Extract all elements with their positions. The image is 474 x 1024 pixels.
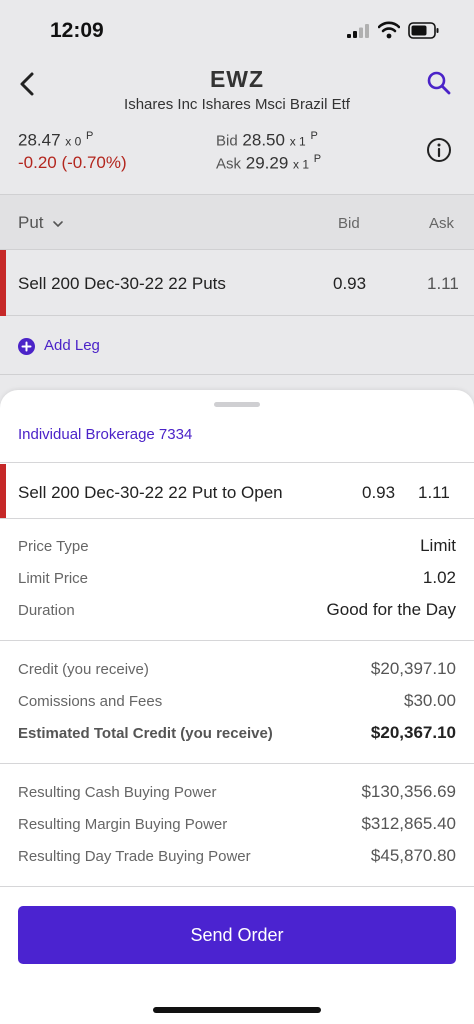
last-price: 28.47 x 0 P (18, 130, 93, 151)
quote-header: EWZ Ishares Inc Ishares Msci Brazil Etf … (0, 58, 474, 194)
limit-price-value: 1.02 (422, 568, 456, 587)
divider (0, 374, 474, 375)
quote-ask: Ask 29.29 x 1 P (216, 153, 321, 174)
order-leg-row: Sell 200 Dec-30-22 22 Put to Open 0.93 1… (0, 464, 474, 518)
margin-buying-power-row: Resulting Margin Buying Power $312,865.4… (18, 814, 456, 836)
bid-exchange: P (310, 130, 318, 142)
leg-bid: 0.93 (333, 274, 367, 293)
fees-label: Comissions and Fees (18, 693, 163, 710)
duration-value: Good for the Day (326, 600, 456, 619)
order-sheet: Individual Brokerage 7334 Sell 200 Dec-3… (0, 390, 474, 1024)
sell-indicator (0, 464, 6, 518)
page-title: EWZ (209, 66, 265, 92)
option-type-label: Put (18, 213, 44, 232)
leg-description: Sell 200 Dec-30-22 22 Puts (18, 274, 226, 293)
day-trade-buying-power-value: $45,870.80 (370, 846, 456, 865)
bid-column-header: Bid (338, 215, 360, 232)
bid-size: x 1 (289, 134, 306, 149)
send-order-button[interactable]: Send Order (18, 906, 456, 964)
margin-buying-power-label: Resulting Margin Buying Power (18, 816, 228, 833)
divider (0, 518, 474, 519)
total-credit-value: $20,367.10 (370, 723, 456, 742)
duration-row[interactable]: Duration Good for the Day (18, 600, 456, 622)
cash-buying-power-row: Resulting Cash Buying Power $130,356.69 (18, 782, 456, 804)
duration-label: Duration (18, 602, 75, 619)
price-type-row[interactable]: Price Type Limit (18, 536, 456, 558)
status-bar: 12:09 (0, 0, 474, 58)
cash-buying-power-value: $130,356.69 (361, 782, 456, 801)
bid-value: 28.50 (242, 130, 285, 150)
ask-exchange: P (313, 153, 322, 165)
credit-row: Credit (you receive) $20,397.10 (18, 659, 456, 681)
plus-circle-icon (18, 338, 35, 355)
bid-label: Bid (216, 132, 238, 150)
leg-ask: 1.11 (427, 274, 459, 293)
option-type-dropdown[interactable]: Put (18, 213, 64, 233)
search-icon[interactable] (426, 70, 452, 96)
fees-value: $30.00 (404, 691, 456, 710)
credit-label: Credit (you receive) (18, 661, 149, 678)
divider (0, 763, 474, 764)
order-leg-bid: 0.93 (362, 483, 396, 502)
limit-price-row[interactable]: Limit Price 1.02 (18, 568, 456, 590)
chevron-down-icon (53, 220, 64, 227)
last-exchange: P (86, 130, 94, 142)
total-credit-row: Estimated Total Credit (you receive) $20… (18, 723, 456, 745)
margin-buying-power-value: $312,865.40 (361, 814, 456, 833)
battery-icon (408, 22, 439, 39)
last-size: x 0 (65, 134, 82, 149)
divider (0, 462, 474, 463)
signal-icon (347, 24, 369, 38)
status-time: 12:09 (50, 19, 104, 42)
add-leg-label: Add Leg (44, 337, 100, 354)
divider (0, 640, 474, 641)
order-leg-description: Sell 200 Dec-30-22 22 Put to Open (18, 483, 283, 502)
wifi-icon (378, 21, 400, 39)
day-trade-buying-power-row: Resulting Day Trade Buying Power $45,870… (18, 846, 456, 868)
ask-label: Ask (216, 155, 242, 173)
price-change: -0.20 (-0.70%) (18, 153, 127, 172)
ask-value: 29.29 (245, 153, 289, 173)
fees-row: Comissions and Fees $30.00 (18, 691, 456, 713)
quote-bid: Bid 28.50 x 1 P (216, 130, 318, 151)
order-leg-ask: 1.11 (418, 483, 450, 502)
option-chain-header: Put Bid Ask (0, 194, 474, 250)
ask-column-header: Ask (429, 215, 455, 232)
cash-buying-power-label: Resulting Cash Buying Power (18, 784, 217, 801)
price-type-value: Limit (420, 536, 456, 555)
sell-indicator (0, 250, 6, 316)
sheet-grabber[interactable] (214, 402, 260, 407)
price-type-label: Price Type (18, 538, 89, 555)
limit-price-label: Limit Price (18, 570, 89, 587)
divider (0, 886, 474, 887)
security-name: Ishares Inc Ishares Msci Brazil Etf (124, 96, 350, 113)
last-value: 28.47 (18, 130, 61, 150)
info-icon[interactable] (426, 137, 452, 163)
home-indicator (153, 1007, 321, 1013)
ask-size: x 1 (293, 157, 310, 172)
option-leg-row[interactable]: Sell 200 Dec-30-22 22 Puts 0.93 1.11 (0, 250, 474, 316)
total-credit-label: Estimated Total Credit (you receive) (18, 725, 273, 742)
account-selector[interactable]: Individual Brokerage 7334 (18, 426, 192, 443)
day-trade-buying-power-label: Resulting Day Trade Buying Power (18, 848, 251, 865)
credit-value: $20,397.10 (370, 659, 456, 678)
